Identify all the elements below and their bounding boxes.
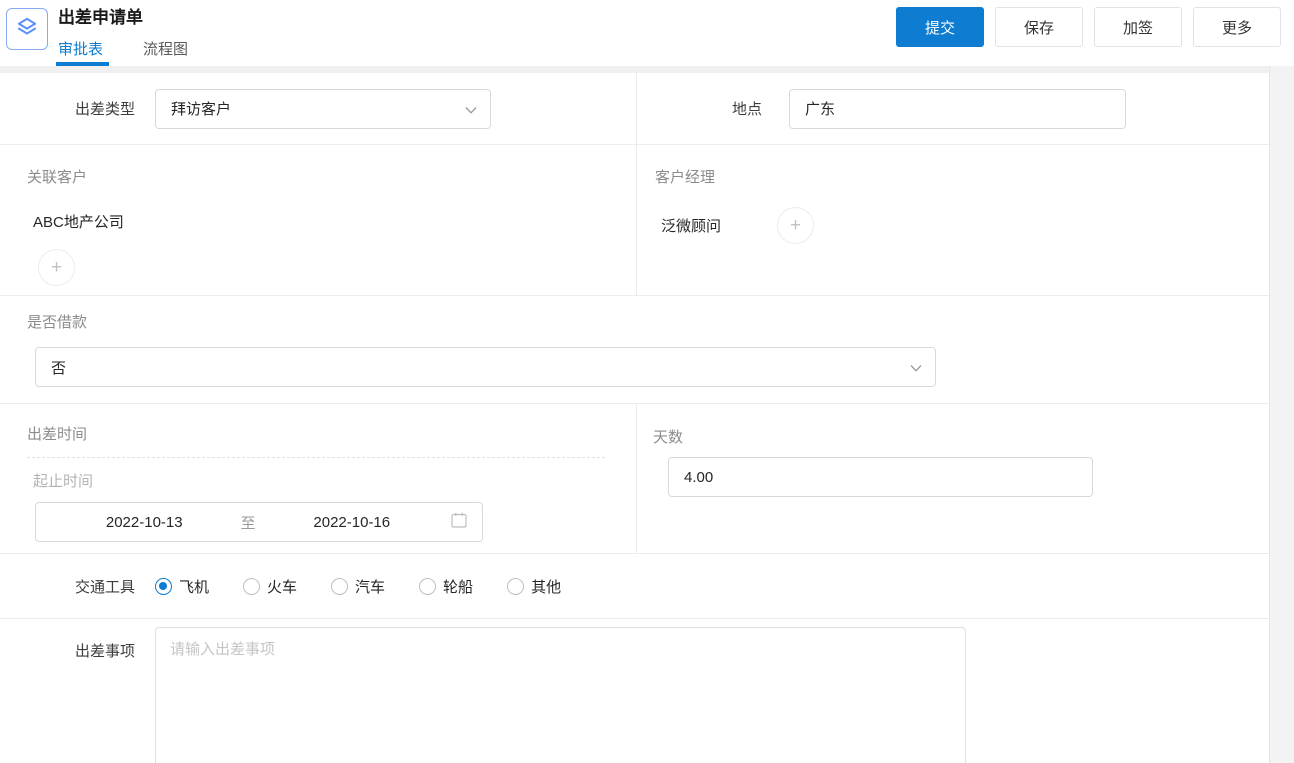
row-transport: 交通工具 飞机 火车 汽车 轮船 其他 [0, 554, 1294, 619]
radio-label: 火车 [267, 578, 298, 596]
travel-type-select[interactable]: 拜访客户 [155, 88, 491, 129]
header-divider-band [0, 66, 1294, 73]
radio-label: 轮船 [443, 578, 474, 596]
tab-label: 流程图 [143, 40, 189, 58]
travel-type-cell: 出差类型 拜访客户 [0, 73, 637, 144]
loan-select[interactable]: 否 [35, 347, 936, 387]
matters-label: 出差事项 [74, 643, 135, 660]
date-range-picker[interactable]: 2022-10-13 至 2022-10-16 [35, 502, 483, 542]
tab-flow-chart[interactable]: 流程图 [143, 30, 188, 66]
chevron-down-icon [909, 361, 923, 379]
customer-manager-label: 客户经理 [655, 169, 716, 186]
location-label: 地点 [731, 101, 762, 118]
radio-icon [331, 577, 349, 595]
customer-manager-line: 泛微顾问 + [655, 207, 1294, 244]
radio-icon [507, 577, 525, 595]
calendar-icon[interactable] [450, 511, 468, 533]
days-cell: 天数 [637, 404, 1294, 553]
radio-icon [243, 577, 261, 595]
submit-button[interactable]: 提交 [896, 7, 984, 47]
more-button[interactable]: 更多 [1193, 7, 1281, 47]
loan-value: 否 [51, 359, 67, 377]
travel-type-label: 出差类型 [74, 101, 135, 118]
travel-type-value: 拜访客户 [171, 101, 232, 118]
row-matters: 出差事项 [0, 619, 1294, 763]
related-customer-cell: 关联客户 ABC地产公司 + [0, 145, 637, 295]
radio-other[interactable]: 其他 [507, 576, 561, 597]
customer-manager-value[interactable]: 泛微顾问 [661, 215, 721, 236]
date-range-label: 起止时间 [33, 473, 94, 490]
row-customer: 关联客户 ABC地产公司 + 客户经理 泛微顾问 + [0, 145, 1294, 296]
radio-icon [419, 577, 437, 595]
transport-radio-group: 飞机 火车 汽车 轮船 其他 [155, 576, 561, 597]
end-date[interactable]: 2022-10-16 [258, 514, 447, 531]
tab-approval-form[interactable]: 审批表 [55, 30, 110, 66]
customer-manager-cell: 客户经理 泛微顾问 + [637, 145, 1294, 295]
radio-label: 飞机 [179, 578, 210, 596]
radio-train[interactable]: 火车 [243, 576, 297, 597]
radio-icon [155, 577, 172, 595]
tab-label: 审批表 [58, 40, 104, 58]
tab-bar: 审批表 流程图 [55, 30, 188, 66]
scrollbar-track[interactable] [1269, 66, 1294, 763]
matters-textarea[interactable] [155, 627, 966, 763]
days-input[interactable] [668, 457, 1093, 497]
radio-plane[interactable]: 飞机 [155, 576, 209, 597]
add-sign-button[interactable]: 加签 [1094, 7, 1182, 47]
date-separator: 至 [240, 514, 256, 532]
header-actions: 提交 保存 加签 更多 [896, 7, 1281, 47]
loan-label: 是否借款 [27, 314, 88, 331]
row-time-days: 出差时间 起止时间 2022-10-13 至 2022-10-16 天数 [0, 404, 1294, 554]
location-cell: 地点 [637, 73, 1294, 144]
travel-time-cell: 出差时间 起止时间 2022-10-13 至 2022-10-16 [0, 404, 637, 553]
chevron-down-icon [464, 103, 478, 121]
save-button[interactable]: 保存 [995, 7, 1083, 47]
radio-label: 汽车 [355, 578, 386, 596]
related-customer-label: 关联客户 [27, 169, 88, 186]
add-customer-button[interactable]: + [38, 249, 75, 286]
dashed-divider [27, 457, 605, 458]
header: 出差申请单 审批表 流程图 提交 保存 加签 更多 [0, 0, 1294, 66]
page-title: 出差申请单 [58, 8, 143, 27]
radio-ship[interactable]: 轮船 [419, 576, 473, 597]
related-customer-value[interactable]: ABC地产公司 [33, 211, 636, 232]
app-icon-box [6, 8, 48, 50]
transport-label: 交通工具 [74, 578, 135, 596]
row-loan: 是否借款 否 [0, 296, 1294, 404]
row-travel-type-location: 出差类型 拜访客户 地点 [0, 73, 1294, 145]
location-input[interactable] [789, 88, 1126, 129]
days-label: 天数 [653, 429, 684, 446]
travel-request-page: 出差申请单 审批表 流程图 提交 保存 加签 更多 出差类型 拜访客户 地点 广… [0, 0, 1294, 763]
travel-time-label: 出差时间 [27, 426, 88, 443]
radio-label: 其他 [531, 578, 562, 596]
plus-icon: + [50, 257, 63, 278]
plus-icon: + [789, 215, 802, 236]
layers-icon [14, 14, 40, 44]
radio-car[interactable]: 汽车 [331, 576, 385, 597]
start-date[interactable]: 2022-10-13 [50, 514, 239, 531]
add-manager-button[interactable]: + [777, 207, 815, 244]
title-block: 出差申请单 审批表 流程图 [55, 6, 188, 66]
